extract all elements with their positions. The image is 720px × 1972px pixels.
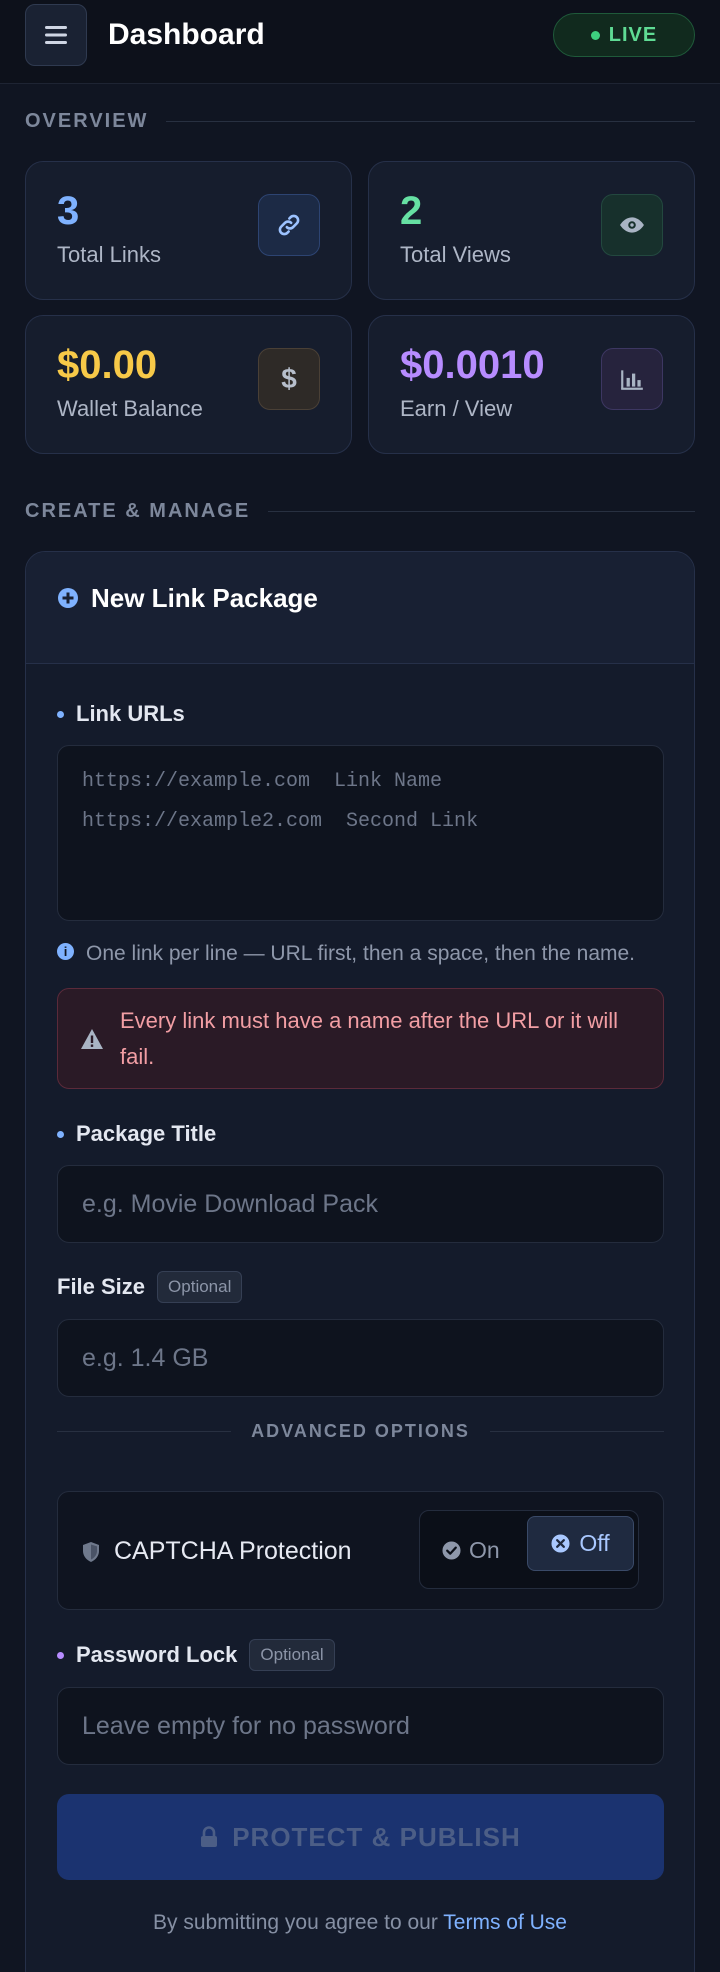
file-size-label: File Size Optional xyxy=(57,1271,243,1303)
check-circle-icon xyxy=(442,1540,461,1560)
link-icon xyxy=(258,194,320,256)
terms-notice: By submitting you agree to our Terms of … xyxy=(26,1911,694,1935)
stat-value: $0.0010 xyxy=(400,343,545,387)
bullet-icon xyxy=(57,710,64,718)
divider xyxy=(268,511,695,512)
stat-card-earn-per-view: $0.0010 Earn / View xyxy=(368,315,695,454)
password-input[interactable]: Leave empty for no password xyxy=(57,1687,664,1765)
optional-badge: Optional xyxy=(249,1639,335,1671)
publish-button[interactable]: PROTECT & PUBLISH xyxy=(57,1794,664,1880)
live-status-badge: LIVE xyxy=(553,13,695,57)
warning-text: Every link must have a name after the UR… xyxy=(120,1007,619,1069)
menu-button[interactable] xyxy=(25,4,87,66)
card-header: New Link Package xyxy=(26,552,694,664)
eye-icon xyxy=(601,194,663,256)
captcha-on-button[interactable]: On xyxy=(436,1527,506,1573)
stat-value: $0.00 xyxy=(57,343,158,387)
optional-badge: Optional xyxy=(157,1271,243,1303)
lock-icon xyxy=(201,1826,218,1847)
card-title: New Link Package xyxy=(91,583,318,613)
live-dot-icon xyxy=(590,30,600,40)
package-title-label: Package Title xyxy=(57,1119,216,1149)
link-urls-textarea[interactable]: https://example.com Link Name https://ex… xyxy=(57,745,664,921)
overview-section-label: OVERVIEW xyxy=(25,110,695,133)
x-circle-icon xyxy=(551,1534,570,1553)
divider xyxy=(166,121,695,122)
stat-label: Earn / View xyxy=(400,396,513,421)
stat-card-total-links: 3 Total Links xyxy=(25,161,352,300)
captcha-off-button[interactable]: Off xyxy=(527,1516,634,1571)
password-lock-label: Password Lock Optional xyxy=(57,1639,335,1671)
stat-card-wallet-balance: $0.00 Wallet Balance $ xyxy=(25,315,352,454)
stat-label: Total Views xyxy=(400,242,511,267)
dollar-icon: $ xyxy=(258,348,320,410)
create-section-label: CREATE & MANAGE xyxy=(25,500,695,523)
hamburger-icon xyxy=(45,26,67,44)
shield-icon xyxy=(83,1542,99,1562)
page-title: Dashboard xyxy=(108,18,265,51)
stat-value: 2 xyxy=(400,189,423,233)
bullet-icon xyxy=(57,1130,64,1138)
bar-chart-icon xyxy=(601,348,663,410)
top-bar: Dashboard LIVE xyxy=(0,0,720,84)
link-urls-label: Link URLs xyxy=(57,699,185,729)
new-link-package-card: New Link Package Link URLs https://examp… xyxy=(25,551,695,1972)
package-title-input[interactable]: e.g. Movie Download Pack xyxy=(57,1165,664,1243)
advanced-options-divider: ADVANCED OPTIONS xyxy=(57,1421,664,1442)
live-label: LIVE xyxy=(608,23,658,46)
terms-text: By submitting you agree to our xyxy=(153,1911,438,1934)
stat-value: 3 xyxy=(57,189,80,233)
stat-label: Wallet Balance xyxy=(57,396,203,421)
warning-alert: Every link must have a name after the UR… xyxy=(57,988,664,1089)
captcha-label: CAPTCHA Protection xyxy=(114,1537,352,1565)
link-format-hint: i One link per line — URL first, then a … xyxy=(57,942,635,966)
captcha-option: CAPTCHA Protection On Off xyxy=(57,1491,664,1610)
stat-label: Total Links xyxy=(57,242,161,267)
file-size-input[interactable]: e.g. 1.4 GB xyxy=(57,1319,664,1397)
bullet-icon xyxy=(57,1651,64,1659)
warning-icon xyxy=(81,1028,103,1049)
captcha-toggle: On Off xyxy=(419,1510,639,1589)
stat-card-total-views: 2 Total Views xyxy=(368,161,695,300)
info-icon: i xyxy=(57,942,74,960)
terms-link[interactable]: Terms of Use xyxy=(443,1911,567,1934)
plus-circle-icon xyxy=(58,588,78,608)
